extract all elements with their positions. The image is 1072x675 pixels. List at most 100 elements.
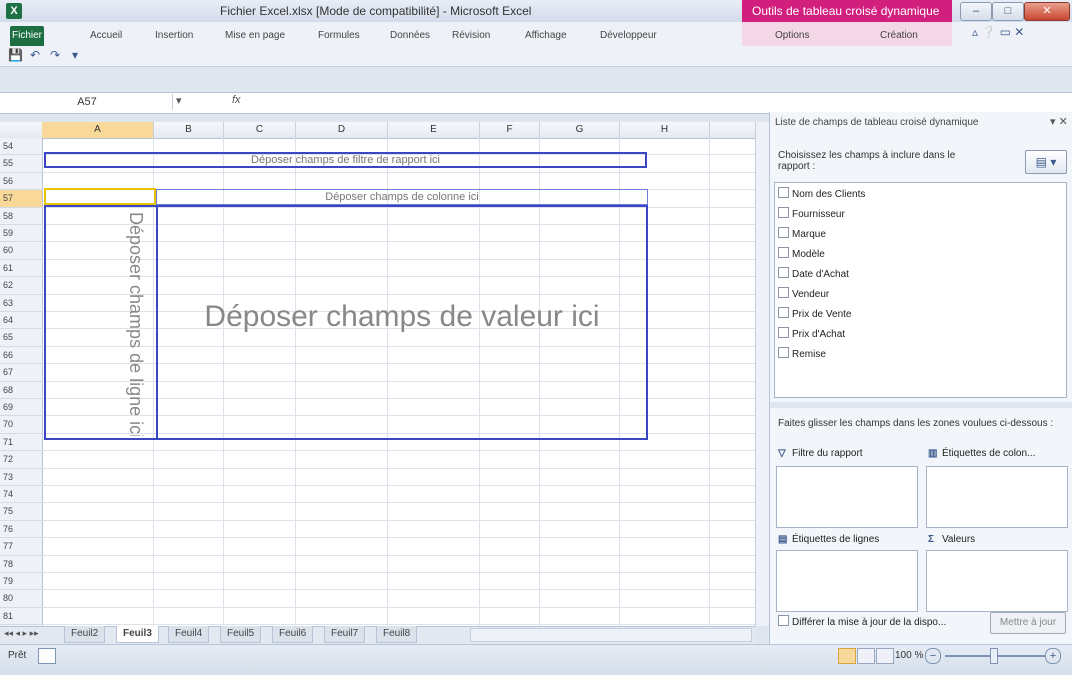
row-header-72[interactable]: 72 — [0, 451, 42, 469]
row-header-68[interactable]: 68 — [0, 382, 42, 399]
field-item[interactable]: Prix de Vente — [778, 306, 851, 324]
row-header-73[interactable]: 73 — [0, 469, 42, 486]
field-checkbox[interactable] — [778, 347, 789, 358]
zoom-out-icon[interactable]: − — [925, 648, 941, 664]
vertical-scrollbar[interactable] — [755, 122, 770, 626]
row-header-71[interactable]: 71 — [0, 434, 42, 452]
pane-close-icon[interactable]: ▾ ✕ — [1050, 115, 1068, 128]
tab-developer[interactable]: Développeur — [600, 26, 657, 46]
row-header-81[interactable]: 81 — [0, 608, 42, 626]
column-header-g[interactable]: G — [540, 122, 620, 138]
redo-icon[interactable]: ↷ — [50, 48, 60, 62]
active-cell-a57[interactable] — [44, 188, 156, 205]
tab-page-layout[interactable]: Mise en page — [225, 26, 285, 46]
row-header-77[interactable]: 77 — [0, 538, 42, 556]
field-item[interactable]: Prix d'Achat — [778, 326, 845, 344]
column-header-c[interactable]: C — [224, 122, 296, 138]
sheet-tab-feuil6[interactable]: Feuil6 — [272, 626, 314, 643]
area-columns-box[interactable] — [926, 466, 1068, 528]
normal-view-button[interactable] — [838, 648, 856, 664]
field-checkbox[interactable] — [778, 247, 789, 258]
row-header-75[interactable]: 75 — [0, 503, 42, 521]
sheet-tab-feuil7[interactable]: Feuil7 — [324, 626, 366, 643]
column-header-a[interactable]: A — [42, 122, 154, 138]
row-header-78[interactable]: 78 — [0, 556, 42, 573]
sheet-tab-feuil2[interactable]: Feuil2 — [64, 626, 106, 643]
row-header-65[interactable]: 65 — [0, 329, 42, 347]
tab-insert[interactable]: Insertion — [155, 26, 193, 46]
tab-home[interactable]: Accueil — [90, 26, 122, 46]
row-header-62[interactable]: 62 — [0, 277, 42, 295]
tab-view[interactable]: Affichage — [525, 26, 567, 46]
area-filter-box[interactable] — [776, 466, 918, 528]
area-values-box[interactable] — [926, 550, 1068, 612]
tab-options[interactable]: Options — [775, 26, 809, 46]
save-icon[interactable]: 💾 — [8, 48, 23, 62]
close-button[interactable]: ✕ — [1024, 2, 1070, 21]
defer-update-checkbox[interactable] — [778, 615, 789, 626]
row-header-64[interactable]: 64 — [0, 312, 42, 330]
report-filter-drop-zone[interactable]: Déposer champs de filtre de rapport ici — [44, 152, 647, 168]
field-checkbox[interactable] — [778, 187, 789, 198]
defer-update-row[interactable]: Différer la mise à jour de la dispo... — [778, 615, 946, 628]
column-header-h[interactable]: H — [620, 122, 710, 138]
field-item[interactable]: Fournisseur — [778, 206, 845, 224]
sheet-nav-arrows-icon[interactable]: ◂◂ ◂ ▸ ▸▸ — [4, 628, 39, 639]
row-header-69[interactable]: 69 — [0, 399, 42, 417]
tab-file[interactable]: Fichier — [10, 26, 44, 46]
insert-function-icon[interactable]: fx — [232, 94, 241, 106]
sheet-tab-feuil4[interactable]: Feuil4 — [168, 626, 210, 643]
name-box-dropdown-icon[interactable]: ▾ — [176, 94, 182, 107]
zoom-in-icon[interactable]: + — [1045, 648, 1061, 664]
customize-qat-icon[interactable]: ▾ — [72, 48, 78, 62]
area-rows-box[interactable] — [776, 550, 918, 612]
column-header-d[interactable]: D — [296, 122, 388, 138]
row-header-58[interactable]: 58 — [0, 208, 42, 225]
row-header-70[interactable]: 70 — [0, 416, 42, 434]
row-header-60[interactable]: 60 — [0, 242, 42, 260]
field-checkbox[interactable] — [778, 327, 789, 338]
row-header-61[interactable]: 61 — [0, 260, 42, 278]
undo-icon[interactable]: ↶ — [30, 48, 40, 62]
tab-review[interactable]: Révision — [452, 26, 490, 46]
field-item[interactable]: Marque — [778, 226, 826, 244]
tab-design[interactable]: Création — [880, 26, 918, 46]
column-header-b[interactable]: B — [154, 122, 224, 138]
zoom-level[interactable]: 100 % — [895, 650, 923, 661]
row-header-57[interactable]: 57 — [0, 190, 42, 208]
macro-record-icon[interactable] — [38, 648, 56, 664]
row-header-55[interactable]: 55 — [0, 155, 42, 173]
field-item[interactable]: Nom des Clients — [778, 186, 865, 204]
page-layout-view-button[interactable] — [857, 648, 875, 664]
row-header-67[interactable]: 67 — [0, 364, 42, 382]
row-header-79[interactable]: 79 — [0, 573, 42, 591]
row-header-76[interactable]: 76 — [0, 521, 42, 539]
tab-formulas[interactable]: Formules — [318, 26, 360, 46]
row-header-56[interactable]: 56 — [0, 173, 42, 191]
field-item[interactable]: Vendeur — [778, 286, 829, 304]
row-header-63[interactable]: 63 — [0, 295, 42, 312]
field-list-layout-button[interactable]: ▤ ▾ — [1025, 150, 1067, 174]
sheet-tab-feuil3[interactable]: Feuil3 — [116, 626, 159, 643]
row-header-59[interactable]: 59 — [0, 225, 42, 243]
tab-data[interactable]: Données — [390, 26, 430, 46]
pane-splitter[interactable] — [770, 402, 1072, 408]
help-icon[interactable]: ▵ ❔ ▭ ✕ — [972, 25, 1024, 39]
row-header-80[interactable]: 80 — [0, 590, 42, 608]
field-checkbox[interactable] — [778, 287, 789, 298]
row-header-74[interactable]: 74 — [0, 486, 42, 504]
field-item[interactable]: Modèle — [778, 246, 825, 264]
maximize-button[interactable]: □ — [992, 2, 1024, 21]
field-item[interactable]: Date d'Achat — [778, 266, 849, 284]
zoom-slider-thumb[interactable] — [990, 648, 998, 664]
name-box[interactable]: A57 — [2, 94, 173, 110]
update-button[interactable]: Mettre à jour — [990, 612, 1066, 634]
field-checkbox[interactable] — [778, 207, 789, 218]
sheet-tab-feuil5[interactable]: Feuil5 — [220, 626, 262, 643]
row-header-66[interactable]: 66 — [0, 347, 42, 365]
column-header-f[interactable]: F — [480, 122, 540, 138]
field-item[interactable]: Remise — [778, 346, 826, 364]
formula-input[interactable] — [256, 94, 1056, 110]
horizontal-scrollbar[interactable] — [470, 628, 752, 642]
minimize-button[interactable]: – — [960, 2, 992, 21]
